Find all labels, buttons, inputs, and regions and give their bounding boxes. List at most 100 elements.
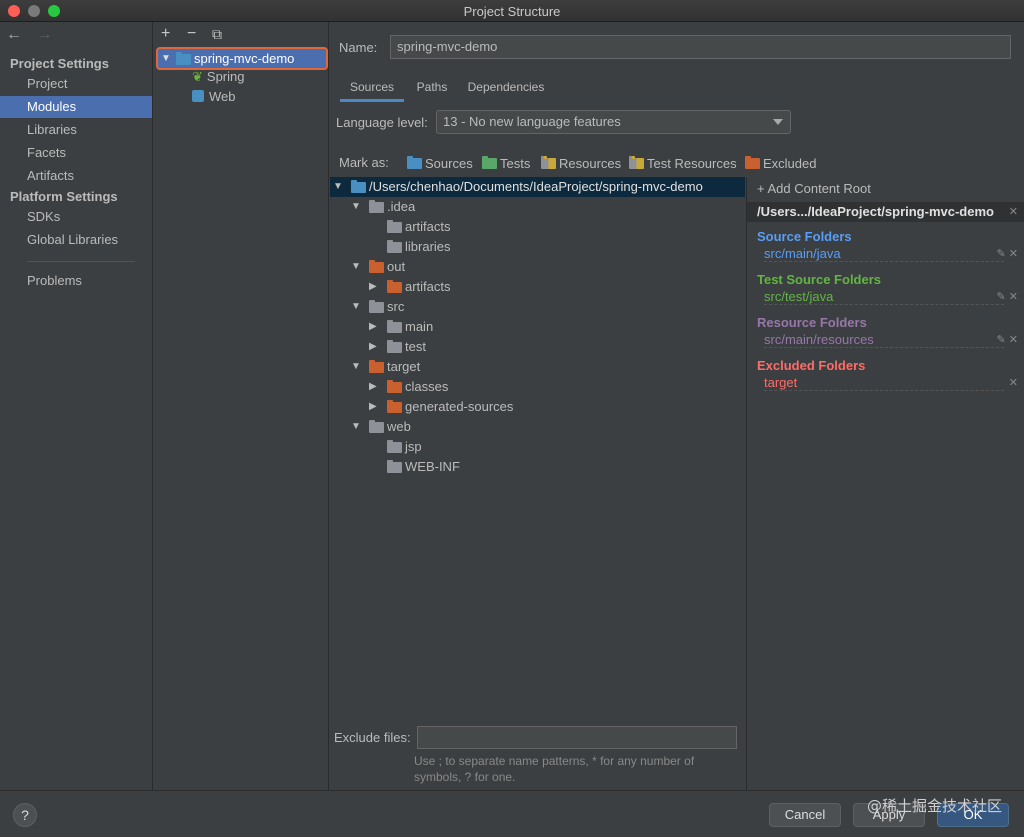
tree-row-main[interactable]: ▶ main [330,317,745,337]
tree-item-label: main [405,319,434,334]
tab-dependencies[interactable]: Dependencies [466,76,546,102]
remove-root-icon[interactable]: ✕ [1009,202,1018,222]
facet-item-spring[interactable]: ❦ Spring [192,67,244,87]
back-arrow-icon[interactable]: ← [6,26,22,43]
expand-triangle-icon[interactable]: ▼ [351,197,361,217]
sidebar-item-problems[interactable]: Problems [0,270,152,292]
tab-paths[interactable]: Paths [412,76,452,102]
tree-item-label: test [405,339,426,354]
expand-triangle-icon[interactable]: ▶ [369,337,377,357]
add-content-root-button[interactable]: + Add Content Root [757,181,871,196]
project-settings-heading: Project Settings [10,56,109,71]
tree-row-idea-artifacts[interactable]: artifacts [330,217,745,237]
tree-row-web[interactable]: ▼ web [330,417,745,437]
exclude-files-hint: Use ; to separate name patterns, * for a… [414,754,695,784]
expand-triangle-icon[interactable]: ▼ [351,417,361,437]
tree-row-out-artifacts[interactable]: ▶ artifacts [330,277,745,297]
tree-row-test[interactable]: ▶ test [330,337,745,357]
module-list-panel: + − ⧉ ▼ spring-mvc-demo ❦ Spring Web [154,22,329,790]
folder-icon [387,220,402,233]
remove-module-button[interactable]: − [187,25,196,43]
spring-leaf-icon: ❦ [192,69,203,84]
source-folder-path: src/main/java [764,246,841,261]
source-folder-item[interactable]: src/main/java [764,246,1004,262]
expand-triangle-icon[interactable]: ▼ [351,257,361,277]
sidebar-item-modules[interactable]: Modules [0,96,152,118]
content-root-tree[interactable]: ▼ /Users/chenhao/Documents/IdeaProject/s… [330,177,745,720]
facet-label: Web [209,89,236,104]
language-level-value: 13 - No new language features [443,114,621,129]
mark-sources-button[interactable]: Sources [407,155,473,173]
mark-resources-button[interactable]: Resources [541,155,621,173]
folder-icon [387,460,402,473]
expand-triangle-icon[interactable]: ▼ [333,177,343,197]
mark-excluded-button[interactable]: Excluded [745,155,816,173]
sidebar-item-global-libraries[interactable]: Global Libraries [0,229,152,251]
tree-row-classes[interactable]: ▶ classes [330,377,745,397]
sidebar-item-libraries[interactable]: Libraries [0,119,152,141]
excluded-folder-actions: ✕ [1009,376,1018,389]
facet-label: Spring [206,69,245,84]
module-settings-panel: Name: spring-mvc-demo Sources Paths Depe… [330,22,1024,790]
mark-excluded-label: Excluded [763,156,817,171]
tree-row-idea[interactable]: ▼ .idea [330,197,745,217]
sidebar-item-artifacts[interactable]: Artifacts [0,165,152,187]
folder-icon [387,280,402,293]
edit-pencil-icon[interactable]: ✎ [997,291,1006,303]
tree-row-generated-sources[interactable]: ▶ generated-sources [330,397,745,417]
sidebar-item-facets[interactable]: Facets [0,142,152,164]
expand-triangle-icon[interactable]: ▼ [161,49,171,68]
edit-pencil-icon[interactable]: ✎ [997,248,1006,260]
add-module-button[interactable]: + [161,25,170,43]
remove-icon[interactable]: ✕ [1009,377,1018,389]
expand-triangle-icon[interactable]: ▶ [369,277,377,297]
remove-icon[interactable]: ✕ [1009,291,1018,303]
tree-row-web-inf[interactable]: WEB-INF [330,457,745,477]
mark-test-resources-button[interactable]: Test Resources [629,155,737,173]
tree-item-label: artifacts [405,219,451,234]
watermark: @稀土掘金技术社区 [866,797,1002,815]
tree-row-out[interactable]: ▼ out [330,257,745,277]
mark-resources-label: Resources [559,156,622,171]
cancel-button[interactable]: Cancel [769,803,841,827]
excluded-folder-item[interactable]: target [764,375,1004,391]
expand-triangle-icon[interactable]: ▶ [369,317,377,337]
mark-tests-button[interactable]: Tests [482,155,530,173]
tree-item-label: libraries [405,239,451,254]
expand-triangle-icon[interactable]: ▼ [351,357,361,377]
module-name: spring-mvc-demo [194,51,295,66]
help-button[interactable]: ? [13,803,37,827]
tree-row-target[interactable]: ▼ target [330,357,745,377]
facet-item-web[interactable]: Web [192,87,236,107]
folder-icon [387,380,402,393]
expand-triangle-icon[interactable]: ▶ [369,397,377,417]
sidebar-item-sdks[interactable]: SDKs [0,206,152,228]
tree-row-idea-libraries[interactable]: libraries [330,237,745,257]
exclude-files-input[interactable] [417,726,737,749]
forward-arrow-icon[interactable]: → [36,26,52,43]
expand-triangle-icon[interactable]: ▶ [369,377,377,397]
tab-sources[interactable]: Sources [340,76,404,102]
tree-row-root[interactable]: ▼ /Users/chenhao/Documents/IdeaProject/s… [330,177,745,197]
test-source-folder-item[interactable]: src/test/java [764,289,1004,305]
expand-triangle-icon[interactable]: ▼ [351,297,361,317]
settings-sidebar: ← → Project Settings Project Modules Lib… [0,22,153,790]
resources-folder-icon [541,156,556,169]
remove-icon[interactable]: ✕ [1009,334,1018,346]
tree-row-jsp[interactable]: jsp [330,437,745,457]
tree-item-label: artifacts [405,279,451,294]
copy-module-button[interactable]: ⧉ [212,26,222,43]
module-name-field[interactable]: spring-mvc-demo [390,35,1011,59]
resource-folder-path: src/main/resources [764,332,874,347]
tree-row-src[interactable]: ▼ src [330,297,745,317]
edit-pencil-icon[interactable]: ✎ [997,334,1006,346]
remove-icon[interactable]: ✕ [1009,248,1018,260]
tree-item-label: .idea [387,199,416,214]
resource-folder-item[interactable]: src/main/resources [764,332,1004,348]
language-level-select[interactable]: 13 - No new language features [436,110,791,134]
dialog-footer: ? Cancel Apply OK @稀土掘金技术社区 [0,790,1024,837]
excluded-folder-icon [745,156,760,169]
mark-tests-label: Tests [500,156,531,171]
mark-as-label: Mark as: [339,155,389,170]
sidebar-item-project[interactable]: Project [0,73,152,95]
